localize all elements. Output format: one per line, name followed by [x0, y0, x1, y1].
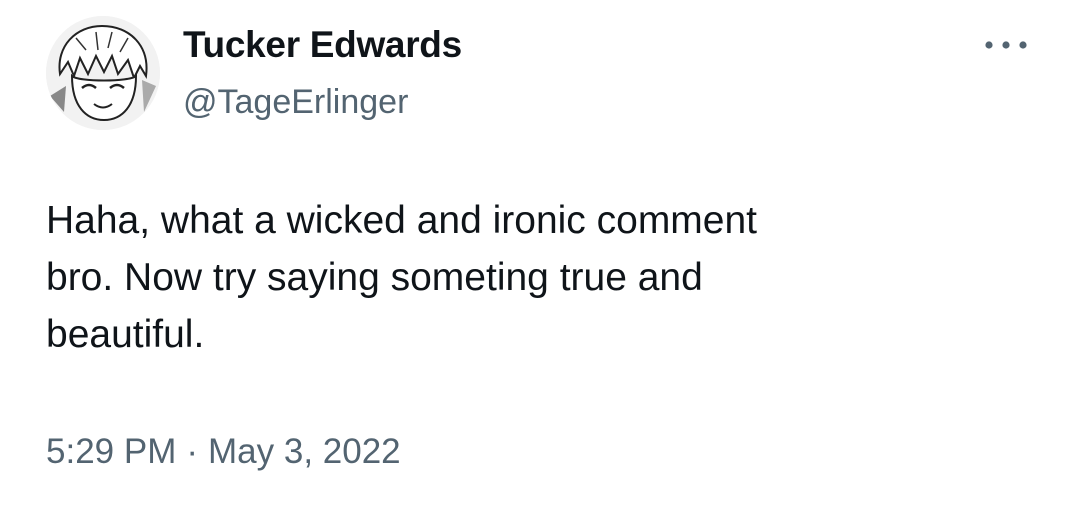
- tweet-timestamp[interactable]: 5:29 PM · May 3, 2022: [46, 432, 401, 472]
- tweet-card: Tucker Edwards @TageErlinger Haha, what …: [0, 0, 1080, 508]
- more-options-button[interactable]: [978, 30, 1034, 60]
- author-display-name[interactable]: Tucker Edwards: [183, 24, 462, 66]
- avatar[interactable]: [46, 16, 160, 130]
- tweet-time: 5:29 PM: [46, 432, 177, 471]
- tweet-date: May 3, 2022: [208, 432, 401, 471]
- tweet-text-line: bro. Now try saying someting true and: [46, 256, 703, 299]
- tweet-text-line: beautiful.: [46, 313, 205, 356]
- timestamp-separator: ·: [186, 432, 199, 471]
- manga-character-avatar-icon: [46, 16, 160, 130]
- tweet-text-line: Haha, what a wicked and ironic comment: [46, 199, 758, 242]
- author-handle[interactable]: @TageErlinger: [183, 83, 408, 122]
- tweet-text: Haha, what a wicked and ironic comment b…: [46, 192, 1046, 363]
- more-horizontal-icon: [985, 41, 1027, 49]
